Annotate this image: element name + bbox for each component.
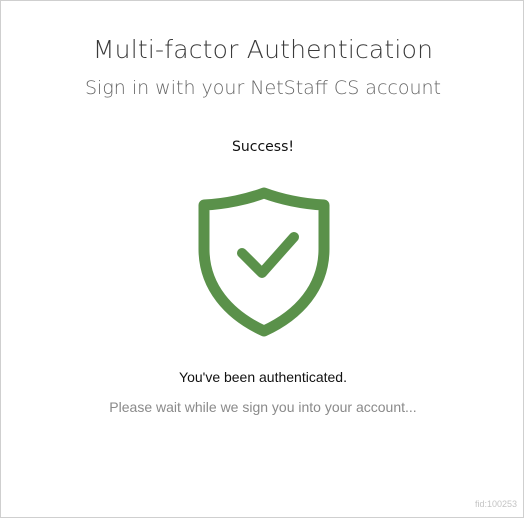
shield-check-icon	[198, 187, 330, 337]
login-panel: Multi-factor Authentication Sign in with…	[0, 0, 524, 518]
page-subtitle: Sign in with your NetStaff CS account	[85, 77, 441, 99]
page-title: Multi-factor Authentication	[92, 35, 434, 64]
authenticated-message: You've been authenticated.	[179, 369, 347, 385]
wait-message: Please wait while we sign you into your …	[109, 399, 417, 415]
success-heading: Success!	[232, 139, 294, 155]
fid-label: fid:100253	[474, 499, 517, 509]
